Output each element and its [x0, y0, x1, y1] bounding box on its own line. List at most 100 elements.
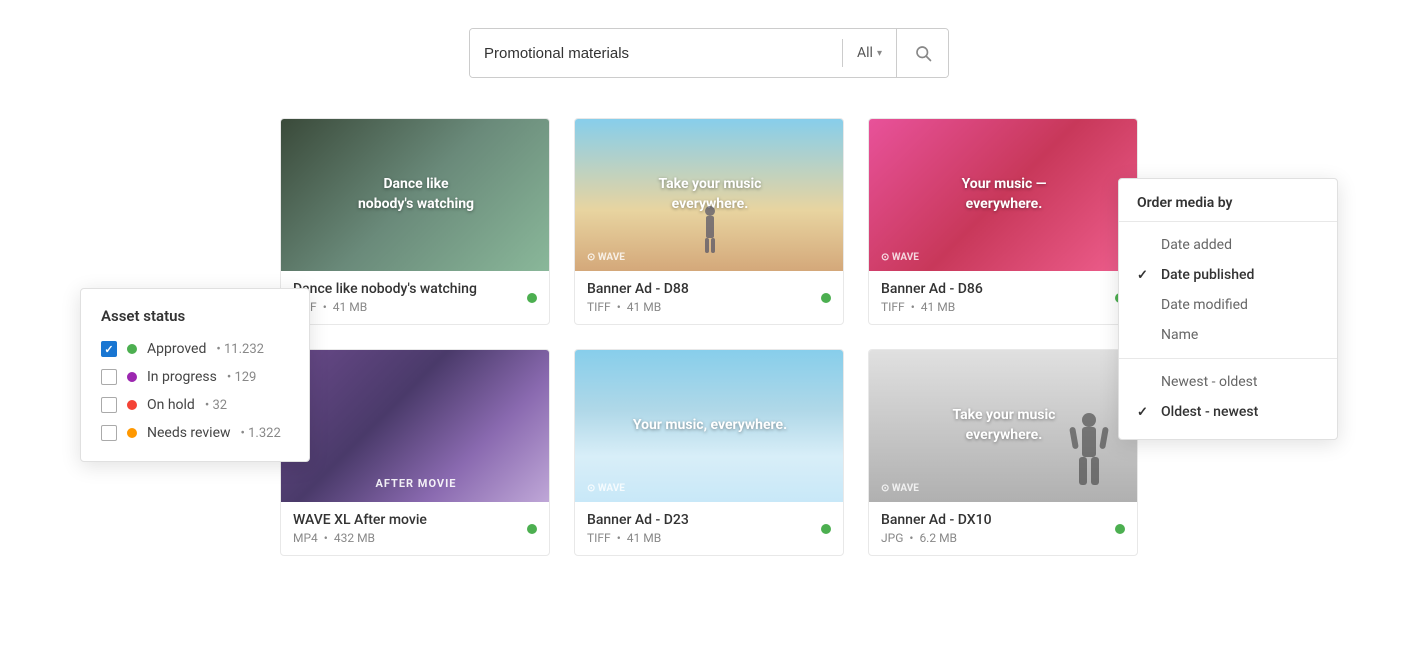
status-checkbox-approved[interactable]: [101, 341, 117, 357]
media-card-wave_movie[interactable]: AFTER MOVIE WAVE XL After movie MP4 • 43…: [280, 349, 550, 556]
format-label: TIFF: [587, 531, 611, 545]
search-filter-dropdown[interactable]: All ▾: [843, 29, 896, 77]
dot-separator: •: [909, 531, 913, 545]
sort-label-name: Name: [1161, 327, 1198, 343]
order-label-oldest_newest: Oldest - newest: [1161, 404, 1258, 420]
content-area: Dance likenobody's watching Dance like n…: [0, 118, 1418, 556]
media-card-info: Banner Ad - D23 TIFF • 41 MB: [575, 502, 843, 555]
media-card-meta: MP4 • 432 MB: [293, 531, 427, 545]
status-item-in_progress[interactable]: In progress • 129: [101, 369, 289, 385]
status-color-dot-needs_review: [127, 428, 137, 438]
sort-option-date_modified[interactable]: Date modified: [1119, 290, 1337, 320]
sort-option-date_published[interactable]: ✓ Date published: [1119, 260, 1337, 290]
sort-label-date_modified: Date modified: [1161, 297, 1248, 313]
status-color-dot-on_hold: [127, 400, 137, 410]
search-bar: All ▾: [469, 28, 949, 78]
dot-separator: •: [617, 531, 621, 545]
status-label-on_hold: On hold: [147, 397, 195, 413]
media-card-title: Dance like nobody's watching: [293, 281, 477, 297]
media-card-info: Banner Ad - DX10 JPG • 6.2 MB: [869, 502, 1137, 555]
sort-option-date_added[interactable]: Date added: [1119, 230, 1337, 260]
status-item-approved[interactable]: Approved • 11.232: [101, 341, 289, 357]
media-card-banner23[interactable]: Your music, everywhere. ⊙ WAVE Banner Ad…: [574, 349, 844, 556]
wave-logo: ⊙ WAVE: [587, 252, 625, 263]
card-meta-group: WAVE XL After movie MP4 • 432 MB: [293, 512, 427, 545]
sort-option-name[interactable]: Name: [1119, 320, 1337, 350]
status-count-in_progress: • 129: [227, 370, 257, 385]
status-dot: [821, 293, 831, 303]
card-meta-group: Dance like nobody's watching TIFF • 41 M…: [293, 281, 477, 314]
media-card-title: WAVE XL After movie: [293, 512, 427, 528]
asset-status-panel: Asset status Approved • 11.232 In progre…: [80, 288, 310, 462]
status-dot: [821, 524, 831, 534]
order-media-panel: Order media by Date added ✓ Date publish…: [1118, 178, 1338, 440]
format-label: TIFF: [587, 300, 611, 314]
media-card-thumb: Your music, everywhere. ⊙ WAVE: [575, 350, 844, 502]
media-card-title: Banner Ad - DX10: [881, 512, 992, 528]
media-card-thumb: AFTER MOVIE: [281, 350, 550, 502]
dot-separator: •: [323, 300, 327, 314]
status-color-dot-approved: [127, 344, 137, 354]
status-dot: [1115, 524, 1125, 534]
dot-separator: •: [911, 300, 915, 314]
size-label: 41 MB: [921, 300, 955, 314]
person-silhouette: [1069, 412, 1109, 492]
status-dot: [527, 293, 537, 303]
format-label: TIFF: [881, 300, 905, 314]
wave-logo: ⊙ WAVE: [881, 483, 919, 494]
order-media-title: Order media by: [1119, 195, 1337, 221]
status-item-needs_review[interactable]: Needs review • 1.322: [101, 425, 289, 441]
media-card-bannerdx10[interactable]: Take your musiceverywhere. ⊙ WAVE Banner…: [868, 349, 1138, 556]
status-count-needs_review: • 1.322: [241, 426, 281, 441]
media-card-title: Banner Ad - D86: [881, 281, 983, 297]
order-section-divider: [1119, 358, 1337, 359]
filter-label: All: [857, 45, 873, 61]
status-checkbox-needs_review[interactable]: [101, 425, 117, 441]
media-card-meta: TIFF • 41 MB: [881, 300, 983, 314]
media-card-meta: TIFF • 41 MB: [293, 300, 477, 314]
search-button[interactable]: [896, 29, 948, 77]
media-card-meta: TIFF • 41 MB: [587, 531, 689, 545]
size-label: 41 MB: [333, 300, 367, 314]
size-label: 41 MB: [627, 531, 661, 545]
size-label: 41 MB: [627, 300, 661, 314]
media-card-info: Banner Ad - D86 TIFF • 41 MB: [869, 271, 1137, 324]
status-count-on_hold: • 32: [205, 398, 227, 413]
search-input[interactable]: [470, 29, 842, 77]
status-label-approved: Approved: [147, 341, 206, 357]
media-card-meta: TIFF • 41 MB: [587, 300, 689, 314]
status-checkbox-on_hold[interactable]: [101, 397, 117, 413]
card-meta-group: Banner Ad - D88 TIFF • 41 MB: [587, 281, 689, 314]
media-card-thumb: Dance likenobody's watching: [281, 119, 550, 271]
card-meta-group: Banner Ad - D23 TIFF • 41 MB: [587, 512, 689, 545]
media-card-title: Banner Ad - D88: [587, 281, 689, 297]
status-item-on_hold[interactable]: On hold • 32: [101, 397, 289, 413]
status-checkbox-in_progress[interactable]: [101, 369, 117, 385]
media-grid: Dance likenobody's watching Dance like n…: [280, 118, 1138, 556]
dot-separator: •: [617, 300, 621, 314]
format-label: JPG: [881, 531, 903, 545]
wave-logo: ⊙ WAVE: [881, 252, 919, 263]
search-bar-container: All ▾: [0, 0, 1418, 118]
media-card-banner86[interactable]: Your music —everywhere. ⊙ WAVE Banner Ad…: [868, 118, 1138, 325]
media-card-banner88[interactable]: Take your musiceverywhere. ⊙ WAVE Banner…: [574, 118, 844, 325]
status-color-dot-in_progress: [127, 372, 137, 382]
check-icon-oldest_newest: ✓: [1137, 405, 1151, 420]
wave-logo: ⊙ WAVE: [587, 483, 625, 494]
order-label-newest_oldest: Newest - oldest: [1161, 374, 1258, 390]
media-card-title: Banner Ad - D23: [587, 512, 689, 528]
media-card-thumb: Take your musiceverywhere. ⊙ WAVE: [575, 119, 844, 271]
card-meta-group: Banner Ad - DX10 JPG • 6.2 MB: [881, 512, 992, 545]
card-meta-group: Banner Ad - D86 TIFF • 41 MB: [881, 281, 983, 314]
media-card-info: Banner Ad - D88 TIFF • 41 MB: [575, 271, 843, 324]
media-card-info: Dance like nobody's watching TIFF • 41 M…: [281, 271, 549, 324]
order-option-newest_oldest[interactable]: Newest - oldest: [1119, 367, 1337, 397]
sort-label-date_published: Date published: [1161, 267, 1254, 283]
status-label-in_progress: In progress: [147, 369, 217, 385]
order-divider-top: [1119, 221, 1337, 222]
format-label: MP4: [293, 531, 318, 545]
order-option-oldest_newest[interactable]: ✓ Oldest - newest: [1119, 397, 1337, 427]
media-card-thumb: Your music —everywhere. ⊙ WAVE: [869, 119, 1138, 271]
media-card-dance[interactable]: Dance likenobody's watching Dance like n…: [280, 118, 550, 325]
status-count-approved: • 11.232: [216, 342, 264, 357]
